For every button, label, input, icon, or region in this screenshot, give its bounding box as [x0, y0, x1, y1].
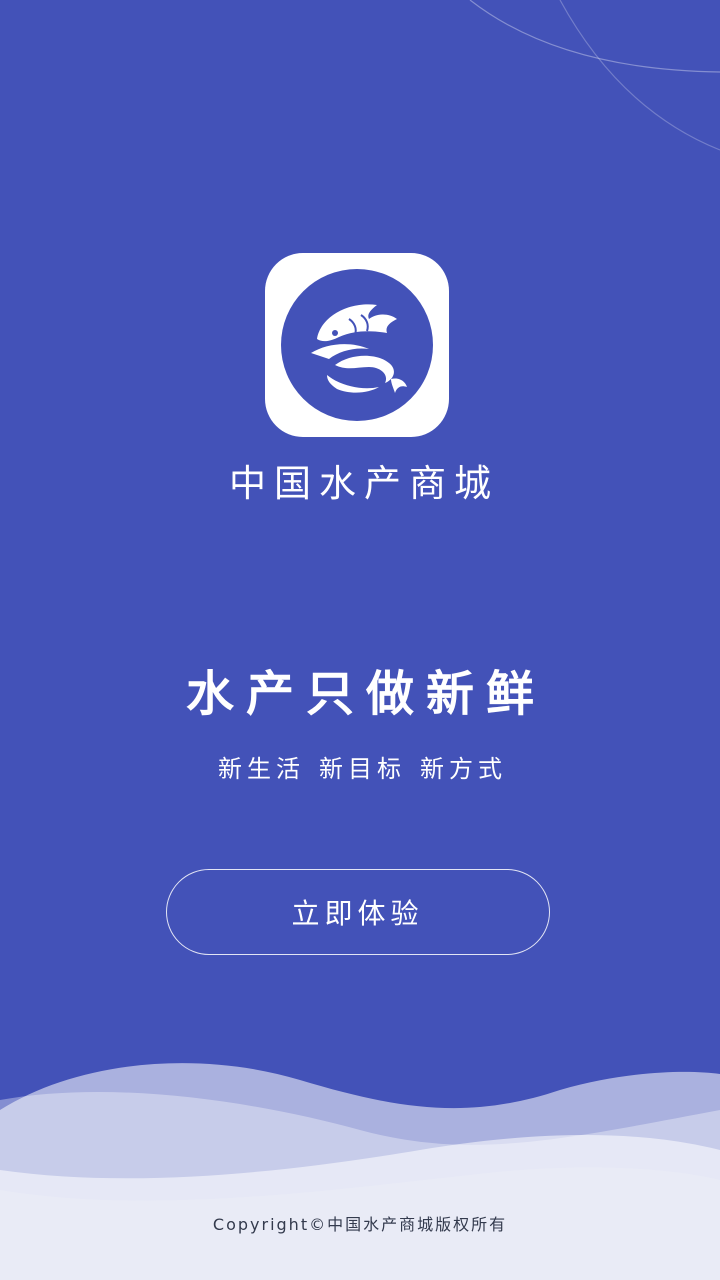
subline-item: 新目标	[319, 755, 406, 783]
slogan-heading: 水产只做新鲜	[185, 666, 546, 722]
decorative-arcs	[469, 0, 720, 151]
try-now-button[interactable]: 立即体验	[166, 869, 550, 955]
app-name: 中国水产商城	[229, 462, 499, 505]
subline: 新生活 新目标 新方式	[0, 750, 720, 788]
subline-item: 新生活	[218, 755, 305, 783]
decorative-waves	[0, 1063, 720, 1280]
subline-item: 新方式	[420, 755, 507, 783]
app-logo	[265, 253, 449, 437]
fish-logo-icon	[281, 269, 433, 421]
copyright-text: Copyright©中国水产商城版权所有	[212, 1215, 508, 1234]
